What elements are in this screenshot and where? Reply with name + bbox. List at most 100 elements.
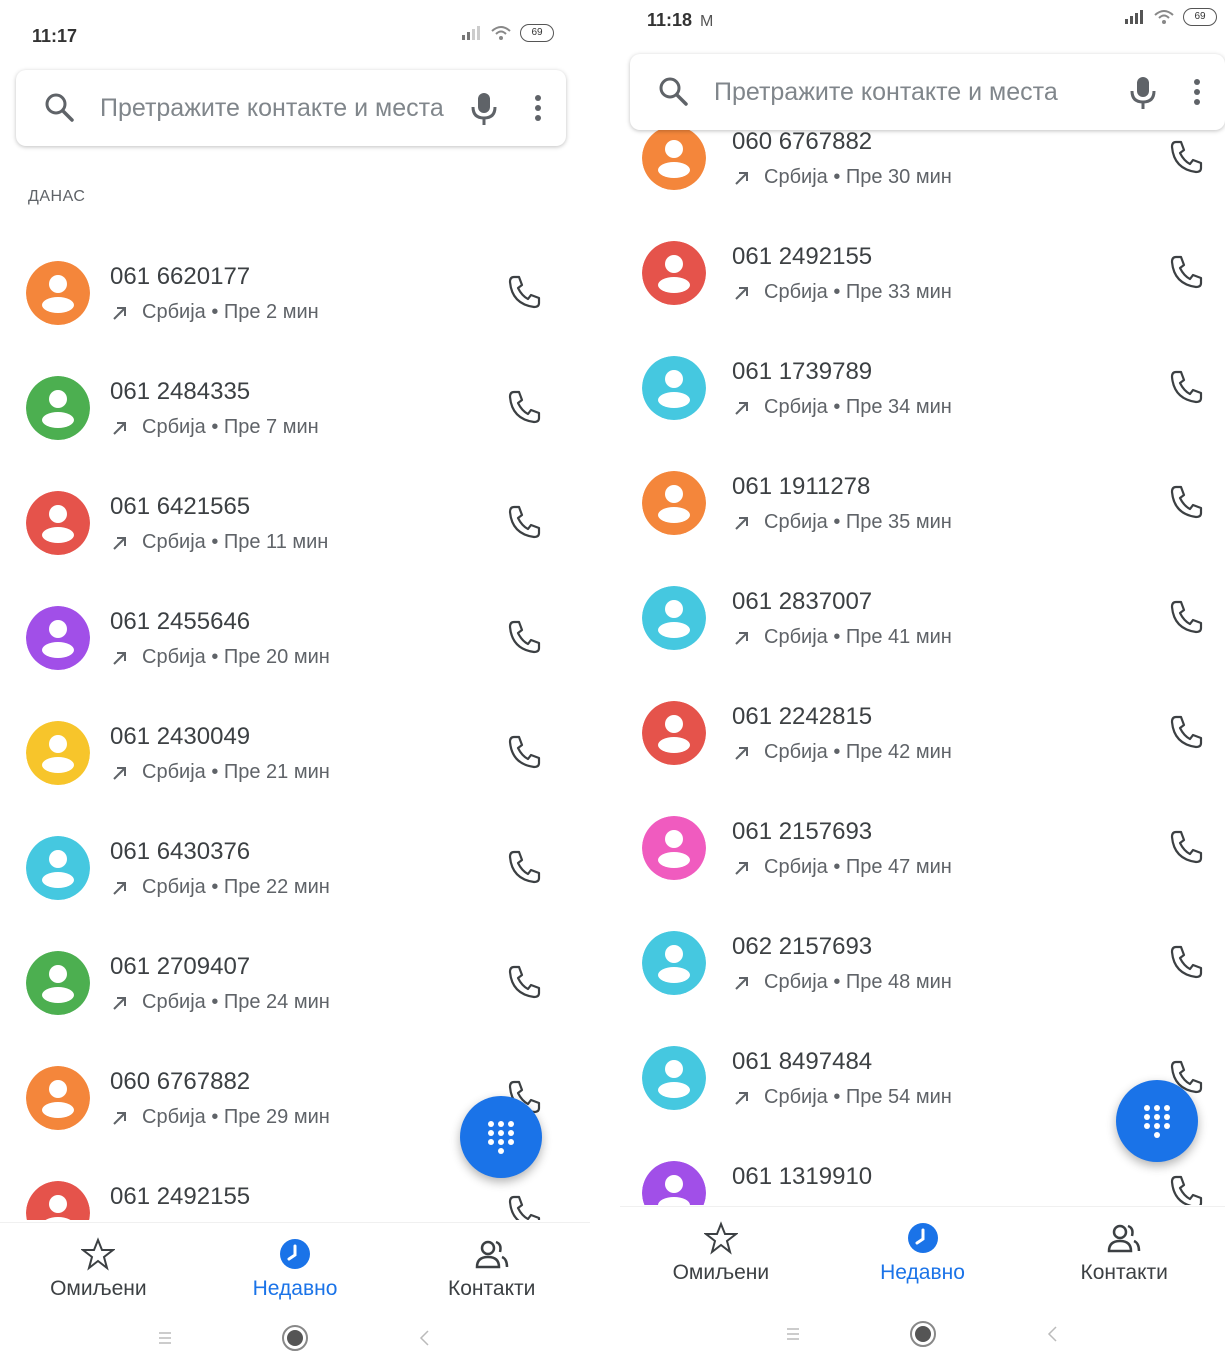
avatar[interactable]: [26, 606, 90, 670]
person-icon: [642, 126, 706, 190]
avatar[interactable]: [26, 376, 90, 440]
tab-contacts[interactable]: Контакти: [393, 1223, 590, 1314]
phone-icon[interactable]: [504, 961, 544, 1001]
search-icon: [45, 93, 74, 122]
phone-icon[interactable]: [504, 386, 544, 426]
avatar[interactable]: [26, 1066, 90, 1130]
avatar[interactable]: [26, 1181, 90, 1220]
call-log-row[interactable]: 061 2430049 Србија • Пре 21 мин: [0, 695, 590, 810]
tab-contacts-label: Контакти: [1080, 1260, 1168, 1284]
avatar[interactable]: [642, 816, 706, 880]
call-detail-text: Србија • Пре 35 мин: [764, 511, 952, 533]
tab-contacts[interactable]: Контакти: [1023, 1207, 1225, 1298]
call-log-row[interactable]: 061 2157693 Србија • Пре 47 мин: [620, 790, 1225, 905]
avatar[interactable]: [642, 1046, 706, 1110]
home-icon[interactable]: [280, 1323, 310, 1353]
phone-icon[interactable]: [504, 501, 544, 541]
dialpad-icon: [1144, 1105, 1170, 1138]
avatar[interactable]: [642, 241, 706, 305]
phone-icon[interactable]: [504, 271, 544, 311]
call-log-row[interactable]: 061 1911278 Србија • Пре 35 мин: [620, 445, 1225, 560]
outgoing-call-icon: [113, 421, 126, 435]
tab-recents[interactable]: Недавно: [822, 1207, 1024, 1298]
status-icons: 69: [1123, 8, 1217, 26]
phone-icon[interactable]: [1166, 826, 1206, 866]
search-placeholder[interactable]: Претражите контакте и места: [100, 94, 466, 123]
phone-icon[interactable]: [1166, 941, 1206, 981]
phone-icon[interactable]: [1166, 251, 1206, 291]
call-log-row[interactable]: 061 1739789 Србија • Пре 34 мин: [620, 330, 1225, 445]
call-details: Србија • Пре 35 мин: [732, 511, 952, 534]
menu-icon[interactable]: [150, 1323, 180, 1353]
mic-icon[interactable]: [1125, 72, 1161, 112]
phone-icon[interactable]: [504, 1191, 544, 1220]
back-icon[interactable]: [410, 1323, 440, 1353]
person-icon: [642, 701, 706, 765]
outgoing-call-icon: [735, 976, 748, 990]
dialpad-button[interactable]: [460, 1096, 542, 1178]
more-options-icon[interactable]: [528, 88, 548, 128]
tab-favorites[interactable]: Омиљени: [620, 1207, 822, 1298]
phone-icon[interactable]: [1166, 596, 1206, 636]
avatar[interactable]: [642, 586, 706, 650]
more-options-icon[interactable]: [1187, 72, 1207, 112]
call-log-row[interactable]: 061 2492155 Србија • Пре 33 мин: [620, 215, 1225, 330]
phone-icon[interactable]: [504, 846, 544, 886]
phone-number: 061 1739789: [732, 358, 873, 385]
avatar[interactable]: [642, 931, 706, 995]
phone-icon[interactable]: [504, 731, 544, 771]
avatar[interactable]: [26, 721, 90, 785]
avatar[interactable]: [26, 836, 90, 900]
phone-icon[interactable]: [1166, 136, 1206, 176]
person-icon: [642, 816, 706, 880]
phone-icon[interactable]: [1166, 1171, 1206, 1205]
avatar[interactable]: [26, 261, 90, 325]
phone-icon[interactable]: [1166, 366, 1206, 406]
search-bar[interactable]: Претражите контакте и места: [16, 70, 566, 146]
person-icon: [642, 586, 706, 650]
outgoing-call-icon: [735, 171, 748, 185]
phone-icon[interactable]: [504, 616, 544, 656]
person-icon: [26, 836, 90, 900]
call-log-row[interactable]: 061 2455646 Србија • Пре 20 мин: [0, 580, 590, 695]
dialpad-button[interactable]: [1116, 1080, 1198, 1162]
section-header-today: ДАНАС: [28, 188, 86, 205]
mail-icon: M: [700, 13, 714, 30]
call-log-row[interactable]: 061 6430376 Србија • Пре 22 мин: [0, 810, 590, 925]
tab-recents[interactable]: Недавно: [197, 1223, 394, 1314]
avatar[interactable]: [642, 126, 706, 190]
avatar[interactable]: [642, 471, 706, 535]
call-log-row[interactable]: 061 2484335 Србија • Пре 7 мин: [0, 350, 590, 465]
search-bar[interactable]: Претражите контакте и места: [630, 54, 1225, 130]
search-placeholder[interactable]: Претражите контакте и места: [714, 78, 1125, 107]
call-log-row[interactable]: 061 2242815 Србија • Пре 42 мин: [620, 675, 1225, 790]
call-log-row[interactable]: 061 6620177 Србија • Пре 2 мин: [0, 235, 590, 350]
star-icon: [703, 1220, 738, 1255]
phone-icon[interactable]: [1166, 481, 1206, 521]
home-icon[interactable]: [908, 1319, 938, 1349]
call-log-row[interactable]: 061 2709407 Србија • Пре 24 мин: [0, 925, 590, 1040]
call-detail-text: Србија • Пре 21 мин: [142, 761, 330, 783]
menu-icon[interactable]: [778, 1319, 808, 1349]
outgoing-call-icon: [735, 1091, 748, 1105]
mic-icon[interactable]: [466, 88, 502, 128]
call-detail-text: Србија • Пре 34 мин: [764, 396, 952, 418]
tab-favorites[interactable]: Омиљени: [0, 1223, 197, 1314]
avatar[interactable]: [642, 701, 706, 765]
recent-calls-list: 061 6620177 Србија • Пре 2 мин 061 2484335…: [0, 235, 590, 1220]
outgoing-call-icon: [113, 536, 126, 550]
call-log-row[interactable]: 061 2837007 Србија • Пре 41 мин: [620, 560, 1225, 675]
call-log-row[interactable]: 062 2157693 Србија • Пре 48 мин: [620, 905, 1225, 1020]
left-screen: 11:17 69 Претражите контакте и места ДАН…: [0, 0, 590, 1361]
back-icon[interactable]: [1038, 1319, 1068, 1349]
avatar[interactable]: [26, 491, 90, 555]
avatar[interactable]: [26, 951, 90, 1015]
person-icon: [26, 261, 90, 325]
phone-icon[interactable]: [1166, 711, 1206, 751]
tab-favorites-label: Омиљени: [672, 1260, 770, 1284]
avatar[interactable]: [642, 1161, 706, 1205]
call-log-row[interactable]: 061 6421565 Србија • Пре 11 мин: [0, 465, 590, 580]
avatar[interactable]: [642, 356, 706, 420]
call-details: Србија • Пре 22 мин: [110, 876, 330, 899]
phone-number: 061 1319910: [732, 1163, 873, 1190]
